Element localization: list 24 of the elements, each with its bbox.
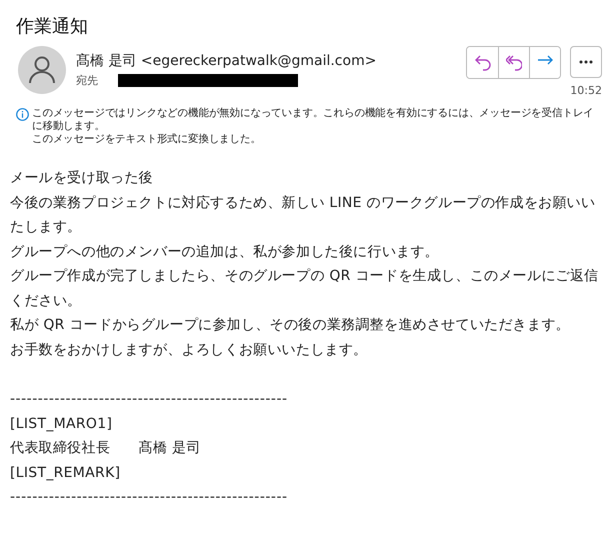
person-icon: [29, 56, 55, 84]
info-icon: [16, 108, 29, 121]
body-text: お手数をおかけしますが、よろしくお願いいたします。: [10, 340, 368, 360]
reply-all-icon: [506, 54, 522, 70]
body-text: [LIST_REMARK]: [10, 464, 122, 482]
body-text: [LIST_MARO1]: [10, 414, 114, 434]
timestamp: 10:52: [570, 84, 602, 97]
notice-text: このメッセージではリンクなどの機能が無効になっています。これらの機能を有効にするには、メッセージを受信トレイに移動します。: [32, 107, 595, 133]
body-text: メールを受け取った後: [10, 169, 154, 188]
dashed-separator: --------------------------------------------------: [10, 488, 289, 507]
recipient-label: 宛先: [76, 73, 98, 88]
email-subject: 作業通知: [16, 15, 89, 39]
body-text: 私が QR コードからグループに参加し、その後の業務調整を進めさせていただきます。: [10, 316, 571, 335]
notice-text: このメッセージをテキスト形式に変換しました。: [32, 133, 262, 146]
body-text: グループへの他のメンバーの追加は、私が参加した後に行います。: [10, 242, 440, 262]
dashed-separator: --------------------------------------------------: [10, 390, 289, 409]
sender: 髙橋 是司 <egereckerpatwalk@gmail.com>: [76, 52, 378, 70]
body-text: 今後の業務プロジェクトに対応するため、新しい LINE のワークグループの作成をお願いいたします。: [10, 194, 596, 237]
reply-icon: [474, 54, 490, 70]
more-icon: [579, 60, 593, 64]
more-button[interactable]: [570, 46, 602, 78]
body-text: グループ作成が完了しましたら、そのグループの QR コードを生成し、このメールにご返信ください。: [10, 267, 600, 310]
forward-button[interactable]: [529, 47, 560, 78]
body-text: 代表取締役社長 髙橋 是司: [10, 439, 202, 458]
